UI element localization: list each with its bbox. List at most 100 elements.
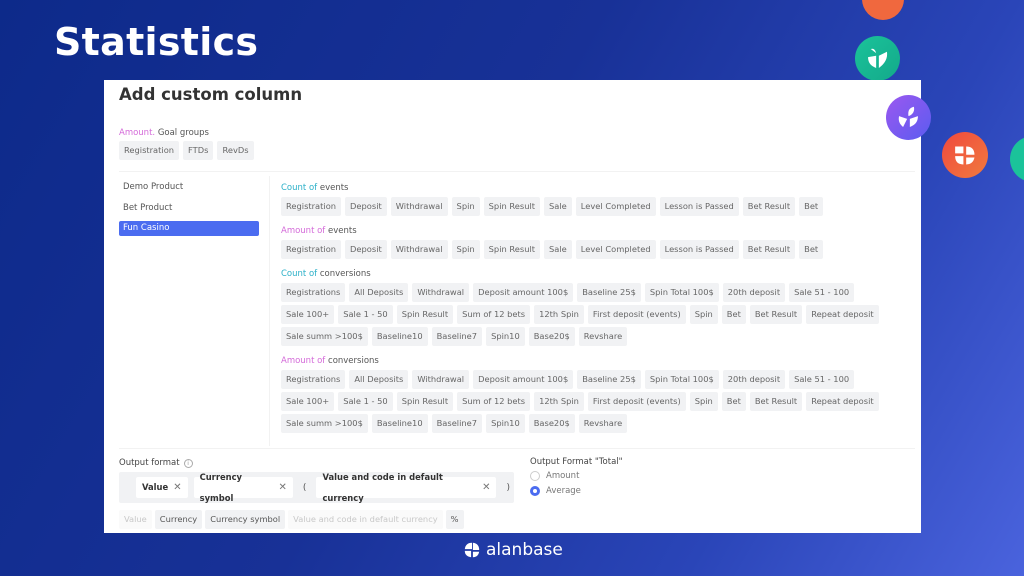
close-icon[interactable]: ✕ [173,477,181,498]
metric-chip[interactable]: 20th deposit [722,370,786,389]
metric-chip[interactable]: Spin Total 100$ [644,370,719,389]
metric-chip[interactable]: Baseline 25$ [577,370,641,389]
metric-chip[interactable]: Spin [451,240,480,259]
metric-chip[interactable]: Sale summ >100$ [281,414,368,433]
metric-chip[interactable]: Spin Result [396,305,454,324]
metric-chip[interactable]: 12th Spin [534,305,584,324]
metric-chip[interactable]: Spin Total 100$ [644,283,719,302]
metric-chip[interactable]: Deposit [345,197,387,216]
product-item[interactable]: Bet Product [119,201,259,216]
metric-chip[interactable]: Baseline10 [371,327,428,346]
metric-chip[interactable]: Withdrawal [390,240,448,259]
metric-chip[interactable]: Baseline7 [431,414,483,433]
metric-chip[interactable]: Sale 51 - 100 [789,370,855,389]
metric-chip[interactable]: Revshare [578,327,628,346]
goal-groups-chips: Registration FTDs RevDs [119,141,254,160]
radio-button[interactable] [530,486,540,496]
metric-chip[interactable]: Sale 1 - 50 [338,392,393,411]
metric-chip[interactable]: Bet [799,240,824,259]
radio-average[interactable]: Average [530,486,623,496]
metric-chip[interactable]: Base20$ [528,327,575,346]
metric-chip[interactable]: Spin Result [396,392,454,411]
selected-format-chip: Value and code in default currency ✕ [316,472,497,503]
metric-chip[interactable]: Withdrawal [390,197,448,216]
metric-chip[interactable]: Sale summ >100$ [281,327,368,346]
metric-chip[interactable]: Sum of 12 bets [457,305,531,324]
output-format-selected[interactable]: Value ✕ Currency symbol ✕ (Value and code in… [119,472,514,503]
metric-chip[interactable]: Registrations [281,283,346,302]
metric-chip[interactable]: Withdrawal [412,283,470,302]
metric-chip[interactable]: Bet Result [749,305,803,324]
radio-button[interactable] [530,471,540,481]
metric-chip[interactable]: Lesson is Passed [659,240,739,259]
metric-chip[interactable]: Sale [544,197,572,216]
format-option-chip[interactable]: % [445,510,464,529]
metric-chip[interactable]: Base20$ [528,414,575,433]
metric-chip[interactable]: Spin Result [483,240,541,259]
metric-chip[interactable]: All Deposits [349,370,409,389]
metric-chip[interactable]: Sale 100+ [281,305,335,324]
metric-chip[interactable]: Sale [544,240,572,259]
metric-chip[interactable]: Bet Result [742,240,796,259]
metric-chip[interactable]: 20th deposit [722,283,786,302]
metric-chip[interactable]: Spin Result [483,197,541,216]
close-icon[interactable]: ✕ [279,477,287,498]
metric-chip[interactable]: Registration [281,197,342,216]
info-icon[interactable]: i [183,458,193,468]
metric-chip[interactable]: Deposit [345,240,387,259]
metric-chip[interactable]: Baseline7 [431,327,483,346]
decorative-logo-icon [862,0,904,20]
metric-chip[interactable]: Deposit amount 100$ [473,283,574,302]
goal-group-chip[interactable]: Registration [119,141,180,160]
divider [269,176,270,446]
format-option-chip[interactable]: Currency symbol [205,510,286,529]
metric-chip[interactable]: Spin10 [486,327,525,346]
metric-chip[interactable]: First deposit (events) [587,305,686,324]
radio-amount[interactable]: Amount [530,471,623,481]
metric-chip[interactable]: Deposit amount 100$ [473,370,574,389]
metric-chip[interactable]: Bet [721,305,746,324]
metric-chip[interactable]: Bet Result [749,392,803,411]
output-format-options: Value Currency Currency symbol Value and co… [119,510,464,529]
metric-chip[interactable]: Sale 1 - 50 [338,305,393,324]
output-format-total: Output Format "Total" Amount Average [530,457,623,501]
goal-group-chip[interactable]: RevDs [217,141,254,160]
metric-chip[interactable]: Bet [799,197,824,216]
product-item[interactable]: Demo Product [119,180,259,195]
metric-chip[interactable]: Level Completed [575,197,656,216]
metric-chip[interactable]: Bet [721,392,746,411]
metric-chip[interactable]: Spin [689,392,718,411]
metric-chip[interactable]: All Deposits [349,283,409,302]
metric-chip[interactable]: Baseline10 [371,414,428,433]
format-option-chip: Value and code in default currency [288,510,443,529]
radio-label: Average [546,486,581,496]
metric-chip[interactable]: First deposit (events) [587,392,686,411]
metric-chip[interactable]: Sale 100+ [281,392,335,411]
metric-chip[interactable]: Registrations [281,370,346,389]
metric-chip[interactable]: Bet Result [742,197,796,216]
metric-chip[interactable]: Revshare [578,414,628,433]
metric-chip[interactable]: Level Completed [575,240,656,259]
metric-chip[interactable]: Spin10 [486,414,525,433]
metric-chip[interactable]: Sale 51 - 100 [789,283,855,302]
metric-chip[interactable]: Baseline 25$ [577,283,641,302]
metric-chip[interactable]: Spin [689,305,718,324]
metric-chip[interactable]: Withdrawal [412,370,470,389]
goal-group-chip[interactable]: FTDs [183,141,214,160]
metric-chip[interactable]: Lesson is Passed [659,197,739,216]
product-item[interactable]: Fun Casino [119,221,259,236]
metric-chip[interactable]: Repeat deposit [806,392,879,411]
metric-chip[interactable]: 12th Spin [534,392,584,411]
decorative-logo-icon [942,132,988,178]
page-title: Statistics [54,20,259,64]
metric-chip[interactable]: Registration [281,240,342,259]
alanbase-logo: alanbase [463,540,563,560]
format-option-chip[interactable]: Currency [154,510,203,529]
section-label-prefix: Amount of [281,226,326,236]
close-icon[interactable]: ✕ [482,477,490,498]
metric-chip[interactable]: Spin [451,197,480,216]
metric-chip[interactable]: Repeat deposit [806,305,879,324]
divider [119,448,915,449]
metric-chip[interactable]: Sum of 12 bets [457,392,531,411]
metric-section: Amount of conversions Registrations All De… [281,356,911,433]
